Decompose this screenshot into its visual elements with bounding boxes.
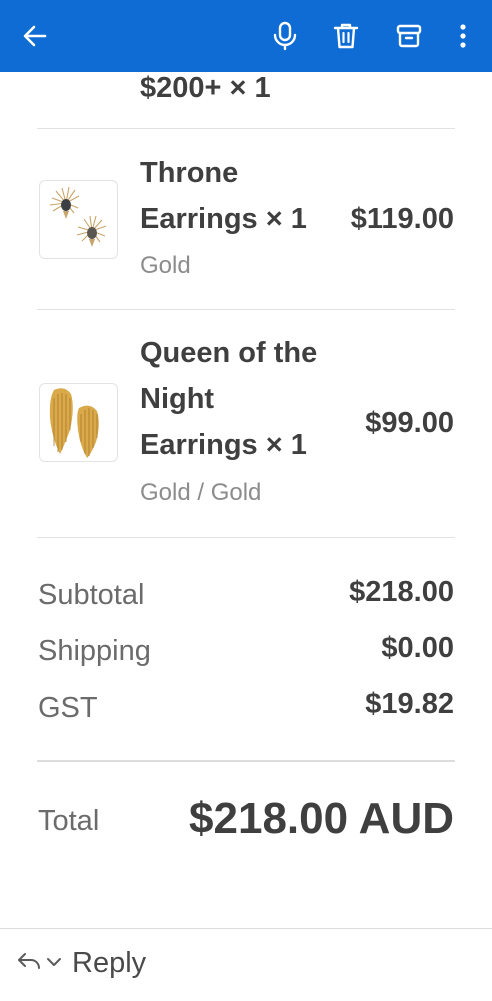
product-variant: Gold [140, 252, 191, 279]
reply-arrow-icon [16, 950, 42, 977]
app-bar [0, 0, 492, 72]
shipping-label: Shipping [38, 635, 151, 667]
product-price: $99.00 [365, 407, 454, 439]
divider [37, 537, 455, 538]
trash-icon[interactable] [330, 20, 362, 52]
divider [37, 128, 455, 129]
divider [37, 760, 455, 762]
total-label: Total [38, 805, 100, 837]
back-arrow-icon[interactable] [19, 20, 51, 52]
subtotal-label: Subtotal [38, 579, 145, 611]
email-body[interactable]: $200+ × 1 Throne Earrings × 1 Gold $119.… [0, 72, 492, 928]
reply-bar: Reply [0, 928, 492, 1001]
gst-label: GST [38, 692, 98, 724]
more-vertical-icon[interactable] [447, 20, 479, 52]
throne-earrings-image [39, 180, 118, 259]
shipping-value: $0.00 [381, 632, 454, 664]
reply-label: Reply [72, 947, 147, 979]
product-title: Queen of the Night Earrings × 1 [140, 337, 318, 461]
microphone-icon[interactable] [269, 20, 301, 52]
product-title: Throne Earrings × 1 [140, 157, 307, 235]
product-variant: Gold / Gold [140, 479, 262, 506]
divider [37, 309, 455, 310]
reply-button[interactable]: Reply [16, 947, 146, 980]
subtotal-value: $218.00 [349, 576, 454, 608]
queen-of-the-night-earrings-image [39, 383, 118, 462]
archive-icon[interactable] [393, 20, 425, 52]
partial-item-line: $200+ × 1 [140, 72, 271, 104]
gst-value: $19.82 [365, 688, 454, 720]
total-value: $218.00 AUD [189, 794, 454, 843]
product-price: $119.00 [350, 203, 454, 235]
chevron-down-icon[interactable] [46, 955, 62, 973]
